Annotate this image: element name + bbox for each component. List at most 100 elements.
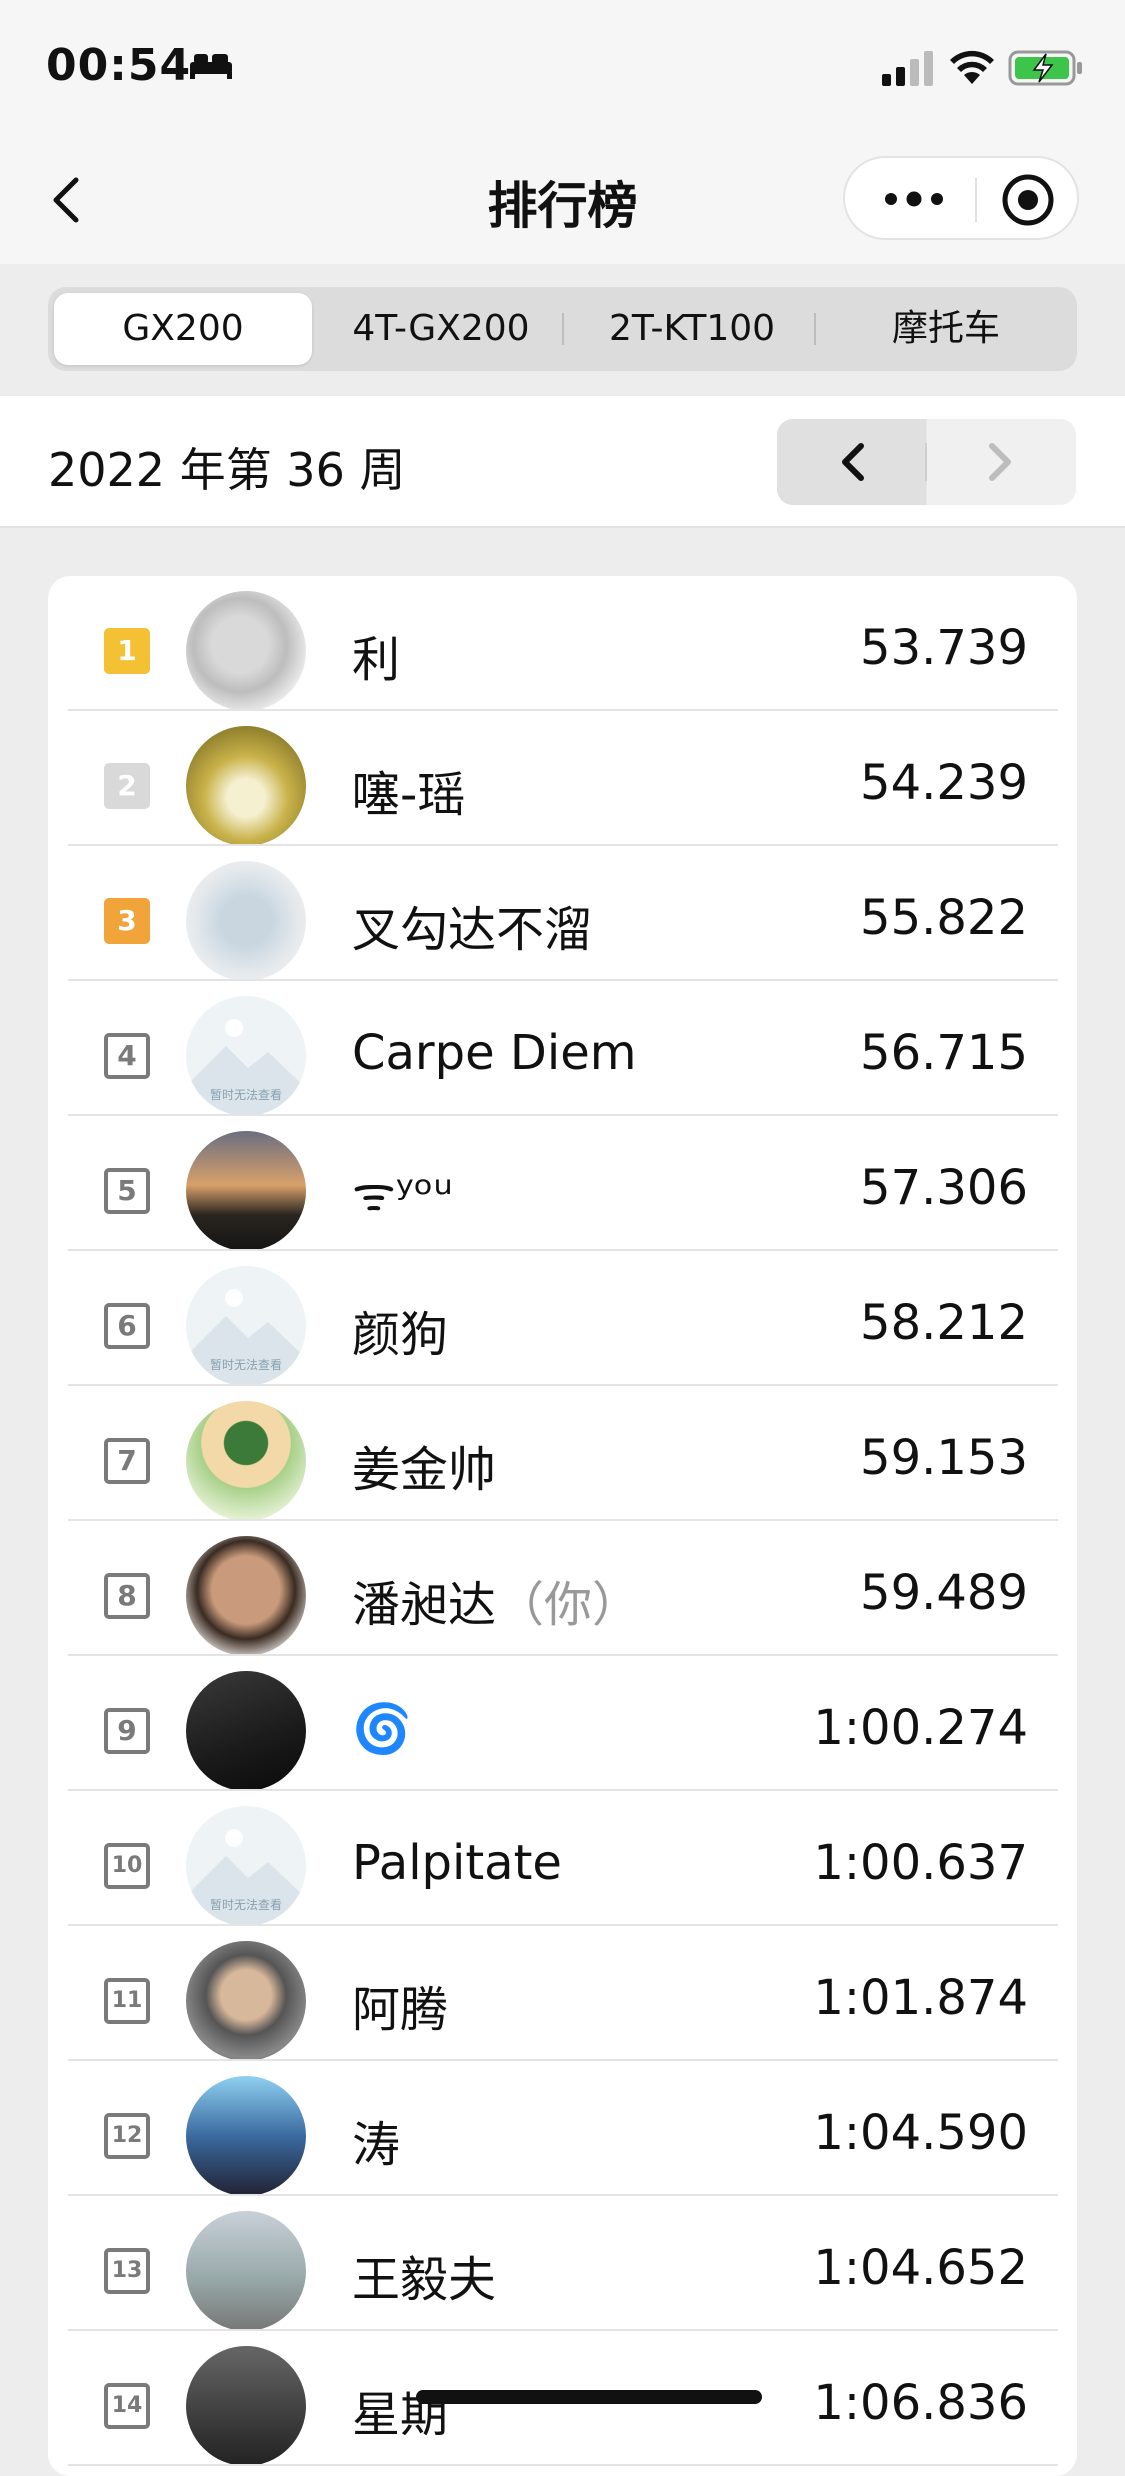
chevron-left-icon [842,443,864,481]
leaderboard-row[interactable]: 3 叉勾达不溜 55.822 [68,846,1058,981]
player-name: Palpitate [352,1835,562,1891]
player-name-text: Carpe Diem [352,1025,637,1081]
lap-time: 1:00.637 [813,1835,1028,1891]
status-bar: 00:54 [0,0,1125,132]
leaderboard-card: 1 利 53.739 2 噻-瑶 54.239 3 叉勾达不溜 55.822 4 暂时无法查看 Car… [48,576,1077,2476]
prev-week-button[interactable] [777,419,926,505]
avatar[interactable]: 暂时无法查看 [186,1266,306,1386]
avatar[interactable] [186,2211,306,2331]
wifi-icon [950,50,994,84]
tab-2t-kt100[interactable]: 2T-KT100 [564,287,820,371]
week-selector: 2022 年第 36 周 [0,396,1125,528]
lap-time: 53.739 [860,620,1028,676]
player-name: Carpe Diem [352,1025,637,1081]
avatar[interactable]: 暂时无法查看 [186,996,306,1116]
leaderboard-row[interactable]: 11 阿腾 1:01.874 [68,1926,1058,2061]
rank-badge: 13 [104,2248,150,2294]
player-name-text: 噻-瑶 [352,767,466,823]
player-name: 星期 [352,2375,448,2445]
lap-time: 54.239 [860,755,1028,811]
player-name: 颜狗 [352,1295,448,1365]
battery-charging-icon [1008,50,1082,86]
player-name-text: 阿腾 [352,1982,449,2038]
player-name: 王毅夫 [352,2240,496,2310]
signal-icon [882,51,933,86]
avatar-placeholder-text: 暂时无法查看 [209,1898,282,1912]
rank-badge: 4 [104,1033,150,1079]
lap-time: 57.306 [860,1160,1028,1216]
player-name-text: ᯤʸᵒᵘ [352,1166,453,1222]
avatar[interactable] [186,2076,306,2196]
avatar[interactable] [186,2346,306,2466]
player-name-text: 颜狗 [352,1307,449,1363]
you-indicator: （你） [496,1577,641,1633]
lap-time: 1:00.274 [813,1700,1028,1756]
player-name: 🌀 [352,1700,412,1757]
player-name-text: 姜金帅 [352,1442,497,1498]
status-time: 00:54 [46,40,192,91]
avatar[interactable] [186,1131,306,1251]
lap-time: 1:04.652 [813,2240,1028,2296]
avatar[interactable] [186,1671,306,1791]
more-dots-icon[interactable] [879,184,949,214]
lap-time: 58.212 [860,1295,1028,1351]
player-name: 姜金帅 [352,1430,496,1500]
tab-4t-gx200[interactable]: 4T-GX200 [312,287,570,371]
player-name: 涛 [352,2105,400,2175]
player-name: 叉勾达不溜 [352,890,592,960]
avatar[interactable] [186,1941,306,2061]
leaderboard-row[interactable]: 13 王毅夫 1:04.652 [68,2196,1058,2331]
avatar[interactable] [186,1401,306,1521]
leaderboard-row[interactable]: 4 暂时无法查看 Carpe Diem 56.715 [68,981,1058,1116]
rank-badge: 10 [104,1843,150,1889]
leaderboard-row[interactable]: 2 噻-瑶 54.239 [68,711,1058,846]
leaderboard-row[interactable]: 12 涛 1:04.590 [68,2061,1058,2196]
avatar[interactable] [186,726,306,846]
target-circle-icon[interactable] [1000,172,1056,228]
player-name: 噻-瑶 [352,755,465,825]
avatar[interactable] [186,591,306,711]
tab-gx200[interactable]: GX200 [54,293,312,365]
lap-time: 59.489 [860,1565,1028,1621]
player-name: 阿腾 [352,1970,448,2040]
rank-badge: 6 [104,1303,150,1349]
rank-badge: 1 [104,628,150,674]
avatar[interactable]: 暂时无法查看 [186,1806,306,1926]
tab-motorcycle[interactable]: 摩托车 [818,287,1074,371]
leaderboard-row[interactable]: 5 ᯤʸᵒᵘ 57.306 [68,1116,1058,1251]
miniprogram-capsule [843,156,1079,240]
rank-badge: 7 [104,1438,150,1484]
week-label: 2022 年第 36 周 [48,443,406,497]
avatar[interactable] [186,861,306,981]
leaderboard-row[interactable]: 8 潘昶达（你） 59.489 [68,1521,1058,1656]
leaderboard-row[interactable]: 9 🌀 1:00.274 [68,1656,1058,1791]
avatar-placeholder-text: 暂时无法查看 [209,1088,282,1102]
category-tabs: GX200 4T-GX200 2T-KT100 摩托车 [48,287,1077,371]
lap-time: 1:01.874 [813,1970,1028,2026]
leaderboard-row[interactable]: 7 姜金帅 59.153 [68,1386,1058,1521]
lap-time: 55.822 [860,890,1028,946]
nav-bar: 排行榜 [0,132,1125,264]
rank-badge: 11 [104,1978,150,2024]
chevron-right-icon [989,443,1011,481]
player-name-text: 涛 [352,2117,401,2173]
player-name-text: 🌀 [352,1701,412,1757]
rank-badge: 9 [104,1708,150,1754]
leaderboard-row[interactable]: 1 利 53.739 [68,576,1058,711]
rank-badge: 14 [104,2383,150,2429]
player-name: 潘昶达（你） [352,1565,640,1635]
bed-icon [190,54,232,79]
next-week-button[interactable] [927,419,1076,505]
leaderboard-row[interactable]: 10 暂时无法查看 Palpitate 1:00.637 [68,1791,1058,1926]
tab-separator [814,313,816,345]
player-name-text: 叉勾达不溜 [352,902,593,958]
lap-time: 1:06.836 [813,2375,1028,2431]
leaderboard-row[interactable]: 6 暂时无法查看 颜狗 58.212 [68,1251,1058,1386]
avatar[interactable] [186,1536,306,1656]
avatar-placeholder-text: 暂时无法查看 [209,1358,282,1372]
lap-time: 59.153 [860,1430,1028,1486]
player-name-text: Palpitate [352,1835,562,1891]
player-name: ᯤʸᵒᵘ [352,1160,453,1225]
rank-badge: 8 [104,1573,150,1619]
rank-badge: 12 [104,2113,150,2159]
